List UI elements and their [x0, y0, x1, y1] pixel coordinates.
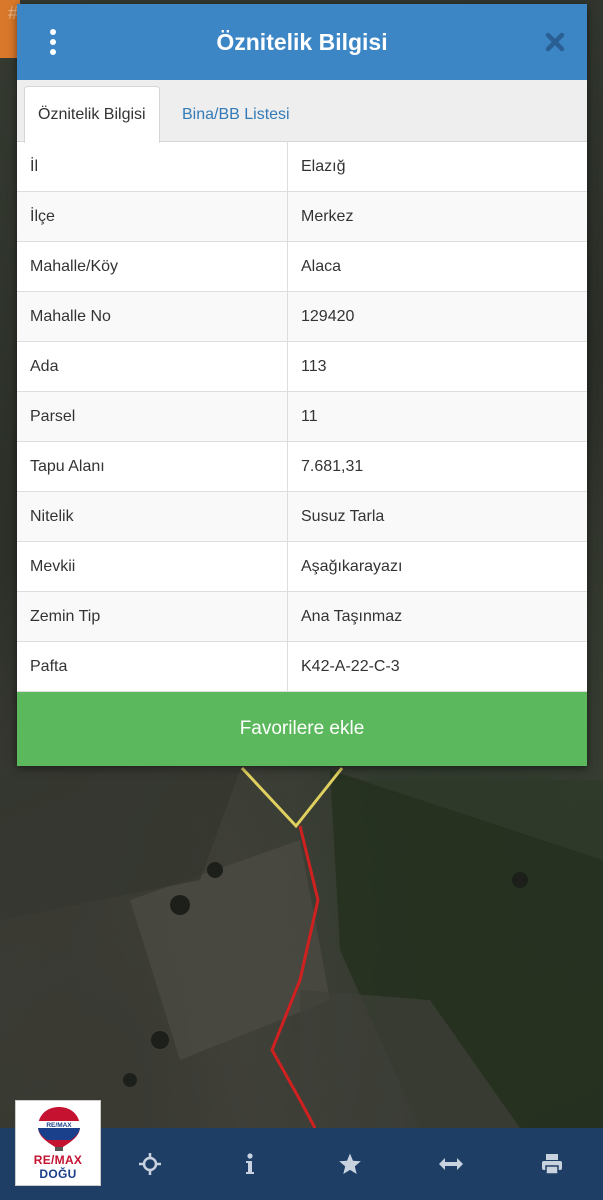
attribute-table: İl Elazığ İlçe Merkez Mahalle/Köy Alaca … [17, 142, 587, 692]
tab-attribute-info[interactable]: Öznitelik Bilgisi [24, 86, 160, 143]
row-key: Mevkii [17, 542, 288, 591]
close-icon[interactable] [543, 30, 567, 54]
row-value: 11 [301, 407, 318, 425]
tab-building-list[interactable]: Bina/BB Listesi [169, 86, 303, 143]
row-value: Aşağıkarayazı [301, 557, 403, 575]
row-value: Ana Taşınmaz [301, 607, 403, 625]
logo-office-text: DOĞU [39, 1167, 77, 1181]
table-row: Tapu Alanı 7.681,31 [17, 442, 587, 492]
table-row: Mevkii Aşağıkarayazı [17, 542, 587, 592]
row-key: Zemin Tip [17, 592, 288, 641]
table-row: İlçe Merkez [17, 192, 587, 242]
info-icon[interactable] [236, 1150, 264, 1178]
arrows-horizontal-icon[interactable] [437, 1150, 465, 1178]
table-row: Nitelik Susuz Tarla [17, 492, 587, 542]
row-value: Susuz Tarla [301, 507, 385, 525]
tabs-bar: Öznitelik Bilgisi Bina/BB Listesi [17, 80, 587, 143]
dialog-title: Öznitelik Bilgisi [216, 28, 388, 55]
row-value: Elazığ [301, 157, 346, 175]
row-key: Mahalle No [17, 292, 288, 341]
dialog-header: Öznitelik Bilgisi [17, 4, 587, 80]
row-value: 113 [301, 357, 327, 375]
add-to-favorites-button[interactable]: Favorilere ekle [17, 692, 587, 766]
row-value: 129420 [301, 307, 355, 325]
remax-logo: RE/MAX RE/MAX DOĞU [15, 1100, 101, 1186]
table-row: Mahalle/Köy Alaca [17, 242, 587, 292]
table-row: Pafta K42-A-22-C-3 [17, 642, 587, 692]
more-vertical-icon[interactable] [45, 26, 61, 58]
attribute-info-dialog: Öznitelik Bilgisi Öznitelik Bilgisi Bina… [17, 4, 587, 766]
crosshair-icon[interactable] [136, 1150, 164, 1178]
table-row: Ada 113 [17, 342, 587, 392]
row-value: 7.681,31 [301, 457, 364, 475]
row-key: Tapu Alanı [17, 442, 288, 491]
print-icon[interactable] [538, 1150, 566, 1178]
table-row: Mahalle No 129420 [17, 292, 587, 342]
table-row: Parsel 11 [17, 392, 587, 442]
row-key: Mahalle/Köy [17, 242, 288, 291]
row-value: K42-A-22-C-3 [301, 657, 400, 675]
row-key: Pafta [17, 642, 288, 691]
row-key: Parsel [17, 392, 288, 441]
star-icon[interactable] [336, 1150, 364, 1178]
row-key: İlçe [17, 192, 288, 241]
row-key: Ada [17, 342, 288, 391]
row-value: Merkez [301, 207, 354, 225]
balloon-icon: RE/MAX [38, 1107, 80, 1151]
logo-brand-text: RE/MAX [33, 1153, 83, 1167]
balloon-text: RE/MAX [46, 1122, 72, 1129]
parcel-outline [240, 766, 344, 829]
row-key: İl [17, 142, 288, 191]
table-row: Zemin Tip Ana Taşınmaz [17, 592, 587, 642]
table-row: İl Elazığ [17, 142, 587, 192]
row-value: Alaca [301, 257, 342, 275]
row-key: Nitelik [17, 492, 288, 541]
